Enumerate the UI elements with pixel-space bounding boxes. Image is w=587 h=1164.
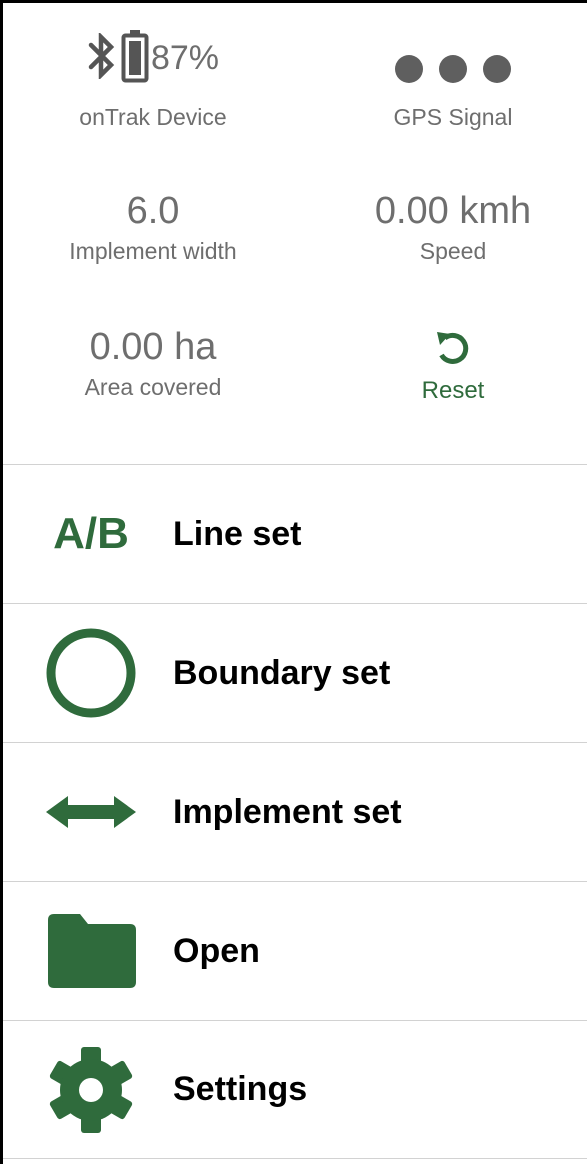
menu-item-label: Line set [173, 514, 302, 553]
reset-icon [373, 329, 533, 369]
speed-label: Speed [419, 238, 487, 264]
ab-line-icon: A/B [41, 484, 141, 584]
gps-signal-dots [343, 29, 563, 87]
main-menu: A/B Line set Boundary set Implement set [3, 464, 587, 1159]
status-panel: 87% onTrak Device GPS Signal 6.0 Impleme… [3, 3, 587, 465]
gps-dot-icon [483, 55, 511, 83]
menu-item-settings[interactable]: Settings [3, 1020, 587, 1159]
menu-item-implement-set[interactable]: Implement set [3, 742, 587, 881]
speed-stat: 0.00 kmh Speed [333, 189, 573, 265]
reset-label: Reset [421, 377, 485, 404]
folder-icon [41, 901, 141, 1001]
device-label: onTrak Device [79, 104, 227, 130]
speed-value: 0.00 kmh [374, 190, 532, 232]
menu-item-boundary-set[interactable]: Boundary set [3, 603, 587, 742]
ab-line-icon-text: A/B [53, 509, 129, 558]
implement-width-stat: 6.0 Implement width [33, 189, 273, 265]
menu-item-label: Open [173, 931, 260, 970]
app-frame: 87% onTrak Device GPS Signal 6.0 Impleme… [0, 0, 587, 1164]
implement-width-label: Implement width [69, 238, 237, 264]
gps-status: GPS Signal [343, 29, 563, 131]
reset-button[interactable]: Reset [373, 329, 533, 405]
bluetooth-icon [87, 31, 117, 84]
menu-item-label: Settings [173, 1070, 308, 1108]
area-label: Area covered [84, 374, 222, 400]
gps-label: GPS Signal [393, 104, 513, 130]
menu-item-line-set[interactable]: A/B Line set [3, 464, 587, 603]
gps-dot-icon [439, 55, 467, 83]
area-stat: 0.00 ha Area covered [33, 325, 273, 401]
double-arrow-icon [41, 762, 141, 862]
battery-percent: 87% [150, 38, 220, 77]
circle-outline-icon [41, 623, 141, 723]
device-status: 87% onTrak Device [43, 29, 263, 131]
implement-width-value: 6.0 [126, 190, 180, 232]
menu-item-label: Implement set [173, 792, 402, 831]
area-value: 0.00 ha [89, 326, 217, 368]
menu-item-open[interactable]: Open [3, 881, 587, 1020]
gear-icon [41, 1040, 141, 1140]
menu-item-label: Boundary set [173, 653, 391, 692]
gps-dot-icon [395, 55, 423, 83]
device-status-row: 87% [43, 29, 263, 87]
battery-icon [121, 29, 149, 88]
